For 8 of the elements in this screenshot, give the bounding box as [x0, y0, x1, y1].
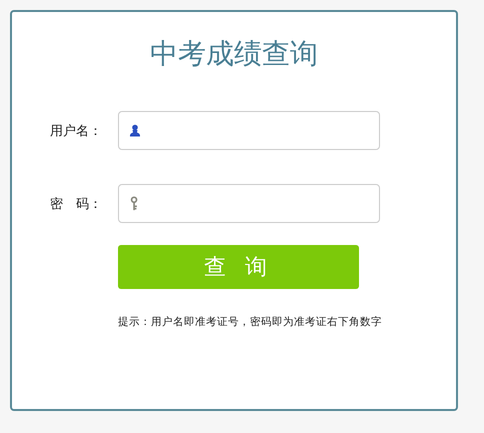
- search-button[interactable]: 查 询: [118, 245, 359, 289]
- field-label: 密 码：: [50, 196, 103, 212]
- field-label: 用户名：: [50, 122, 103, 140]
- password-field[interactable]: [118, 184, 380, 223]
- page-title: 中考成绩查询: [149, 36, 319, 72]
- username-field[interactable]: [118, 111, 380, 150]
- hint-text: 提示：用户名即准考证号，密码即为准考证右下角数字: [118, 315, 383, 329]
- user-icon: [129, 123, 141, 138]
